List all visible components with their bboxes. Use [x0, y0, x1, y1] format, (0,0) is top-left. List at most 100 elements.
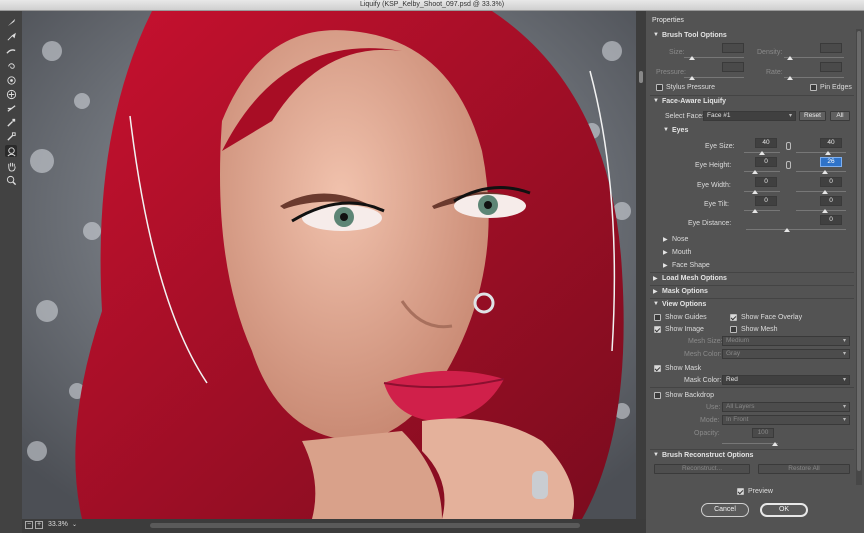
mouth-toggle-icon[interactable]: ▶ — [663, 249, 668, 256]
thaw-mask-icon[interactable] — [5, 130, 17, 142]
show-backdrop-checkbox[interactable] — [654, 392, 661, 399]
eye-height-right-knob[interactable] — [822, 170, 828, 174]
freeze-mask-icon[interactable] — [5, 116, 17, 128]
all-button[interactable]: All — [830, 111, 850, 121]
brush-options-toggle-icon[interactable]: ▼ — [653, 32, 659, 38]
opacity-field[interactable]: 100 — [752, 428, 774, 438]
select-face-dropdown[interactable]: Face #1 ▾ — [703, 111, 796, 121]
show-guides-checkbox[interactable] — [654, 314, 661, 321]
eye-height-right-field[interactable]: 26 — [820, 157, 842, 167]
eye-distance-field[interactable]: 0 — [820, 215, 842, 225]
mask-color-dropdown[interactable]: Red ▾ — [722, 375, 850, 385]
forward-warp-icon[interactable] — [5, 16, 17, 28]
reconstruct-button[interactable]: Reconstruct... — [654, 464, 750, 474]
ok-button[interactable]: OK — [760, 503, 808, 517]
panel-scrollbar[interactable] — [856, 29, 862, 485]
eye-tilt-right-knob[interactable] — [822, 209, 828, 213]
show-image-checkbox[interactable] — [654, 326, 661, 333]
pucker-icon[interactable] — [5, 74, 17, 86]
face-tool-icon[interactable] — [5, 145, 17, 157]
bloat-icon[interactable] — [5, 88, 17, 100]
load-mesh-header[interactable]: Load Mesh Options — [662, 275, 727, 282]
show-mask-checkbox[interactable] — [654, 365, 661, 372]
restore-all-button[interactable]: Restore All — [758, 464, 850, 474]
push-left-icon[interactable] — [5, 102, 17, 114]
brush-options-header[interactable]: Brush Tool Options — [662, 32, 727, 39]
image-canvas[interactable] — [22, 11, 636, 519]
pin-edges-checkbox[interactable] — [810, 84, 817, 91]
hand-icon[interactable] — [5, 160, 17, 172]
eye-height-left-knob[interactable] — [752, 170, 758, 174]
mask-options-toggle-icon[interactable]: ▶ — [653, 288, 658, 295]
zoom-out-button[interactable]: − — [25, 521, 33, 529]
reconstruct-toggle-icon[interactable]: ▼ — [653, 452, 659, 458]
stylus-pressure-checkbox[interactable] — [656, 84, 663, 91]
eye-size-left-field[interactable]: 40 — [755, 138, 777, 148]
eye-height-link-icon[interactable] — [786, 161, 791, 169]
eye-height-left-field[interactable]: 0 — [755, 157, 777, 167]
rate-slider[interactable] — [784, 77, 844, 78]
eye-width-right-knob[interactable] — [822, 190, 828, 194]
eye-width-right-field[interactable]: 0 — [820, 177, 842, 187]
density-slider[interactable] — [784, 57, 844, 58]
view-options-header[interactable]: View Options — [662, 301, 706, 308]
eye-width-left-knob[interactable] — [752, 190, 758, 194]
preview-checkbox[interactable] — [737, 488, 744, 495]
opacity-knob[interactable] — [772, 442, 778, 446]
size-field[interactable] — [722, 43, 744, 53]
show-mesh-checkbox[interactable] — [730, 326, 737, 333]
eye-width-left-field[interactable]: 0 — [755, 177, 777, 187]
mouth-header[interactable]: Mouth — [672, 249, 691, 256]
eye-width-left-slider[interactable] — [744, 191, 780, 192]
density-field[interactable] — [820, 43, 842, 53]
reconstruct-header[interactable]: Brush Reconstruct Options — [662, 452, 753, 459]
canvas-vertical-scrollbar[interactable] — [636, 11, 646, 519]
mesh-color-dropdown[interactable]: Gray ▾ — [722, 349, 850, 359]
eye-width-right-slider[interactable] — [796, 191, 846, 192]
pressure-slider-knob[interactable] — [689, 76, 695, 80]
eye-tilt-left-slider[interactable] — [744, 210, 780, 211]
zoom-level[interactable]: 33.3% — [48, 521, 68, 528]
eye-tilt-right-slider[interactable] — [796, 210, 846, 211]
mode-dropdown[interactable]: In Front ▾ — [722, 415, 850, 425]
nose-header[interactable]: Nose — [672, 236, 688, 243]
view-options-toggle-icon[interactable]: ▼ — [653, 301, 659, 307]
eye-tilt-left-field[interactable]: 0 — [755, 196, 777, 206]
eye-distance-knob[interactable] — [784, 228, 790, 232]
face-aware-toggle-icon[interactable]: ▼ — [653, 98, 659, 104]
eye-size-right-slider[interactable] — [796, 152, 846, 153]
nose-toggle-icon[interactable]: ▶ — [663, 236, 668, 243]
eye-size-right-field[interactable]: 40 — [820, 138, 842, 148]
mesh-size-dropdown[interactable]: Medium ▾ — [722, 336, 850, 346]
twirl-icon[interactable] — [5, 60, 17, 72]
rate-slider-knob[interactable] — [787, 76, 793, 80]
reset-button[interactable]: Reset — [799, 111, 826, 121]
eye-size-link-icon[interactable] — [786, 142, 791, 150]
eye-size-right-knob[interactable] — [825, 151, 831, 155]
zoom-dropdown-icon[interactable]: ⌄ — [72, 521, 77, 528]
eye-tilt-right-field[interactable]: 0 — [820, 196, 842, 206]
mask-options-header[interactable]: Mask Options — [662, 288, 708, 295]
eye-size-left-knob[interactable] — [759, 151, 765, 155]
eye-tilt-left-knob[interactable] — [752, 209, 758, 213]
eye-height-left-slider[interactable] — [744, 171, 780, 172]
load-mesh-toggle-icon[interactable]: ▶ — [653, 275, 658, 282]
eye-distance-slider[interactable] — [746, 229, 846, 230]
density-slider-knob[interactable] — [787, 56, 793, 60]
face-shape-header[interactable]: Face Shape — [672, 262, 710, 269]
cancel-button[interactable]: Cancel — [701, 503, 749, 517]
eyes-toggle-icon[interactable]: ▼ — [663, 127, 669, 133]
eyes-header[interactable]: Eyes — [672, 127, 688, 134]
size-slider-knob[interactable] — [689, 56, 695, 60]
zoom-icon[interactable] — [5, 174, 17, 186]
reconstruct-icon[interactable] — [5, 30, 17, 42]
eye-height-right-slider[interactable] — [796, 171, 846, 172]
use-dropdown[interactable]: All Layers ▾ — [722, 402, 850, 412]
smooth-icon[interactable] — [5, 44, 17, 56]
zoom-in-button[interactable]: + — [35, 521, 43, 529]
rate-field[interactable] — [820, 62, 842, 72]
pressure-field[interactable] — [722, 62, 744, 72]
show-face-overlay-checkbox[interactable] — [730, 314, 737, 321]
face-aware-header[interactable]: Face-Aware Liquify — [662, 98, 726, 105]
canvas-horizontal-scrollbar[interactable] — [150, 523, 580, 528]
